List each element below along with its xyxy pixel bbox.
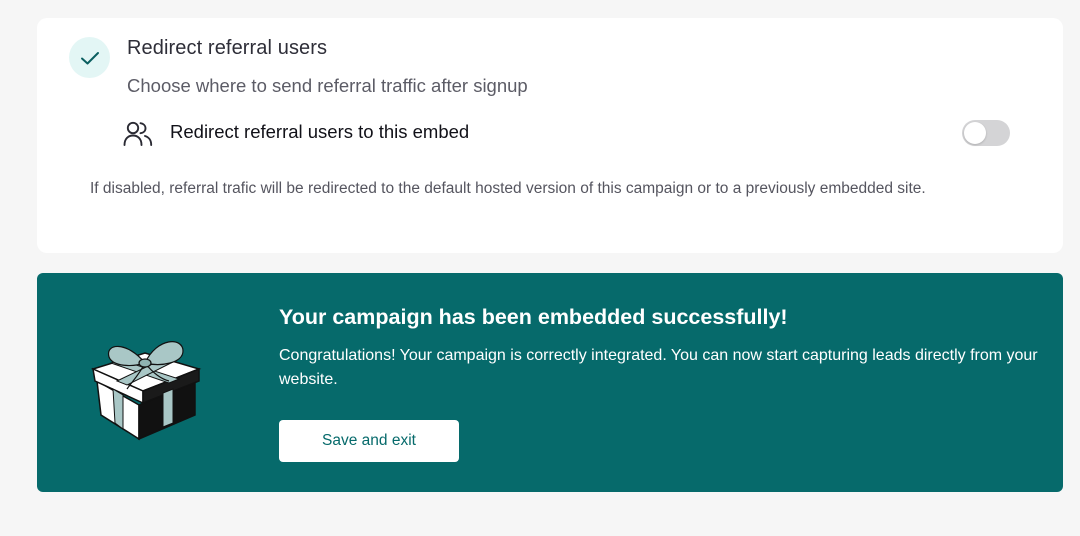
toggle-knob — [964, 122, 986, 144]
check-circle — [69, 37, 110, 78]
redirect-settings-card: Redirect referral users Choose where to … — [37, 18, 1063, 253]
redirect-note: If disabled, referral trafic will be red… — [90, 180, 926, 197]
redirect-option-row: Redirect referral users to this embed — [123, 118, 1013, 148]
success-banner: Your campaign has been embedded successf… — [37, 273, 1063, 492]
redirect-toggle[interactable] — [962, 120, 1010, 146]
save-and-exit-button[interactable]: Save and exit — [279, 420, 459, 462]
redirect-option-label: Redirect referral users to this embed — [170, 121, 470, 142]
success-message: Congratulations! Your campaign is correc… — [279, 347, 1038, 388]
gift-box-icon — [90, 341, 202, 441]
card-title: Redirect referral users — [127, 37, 328, 59]
success-title: Your campaign has been embedded successf… — [279, 305, 788, 329]
users-icon — [123, 121, 153, 146]
card-subtitle: Choose where to send referral traffic af… — [127, 75, 528, 96]
check-icon — [80, 51, 99, 64]
